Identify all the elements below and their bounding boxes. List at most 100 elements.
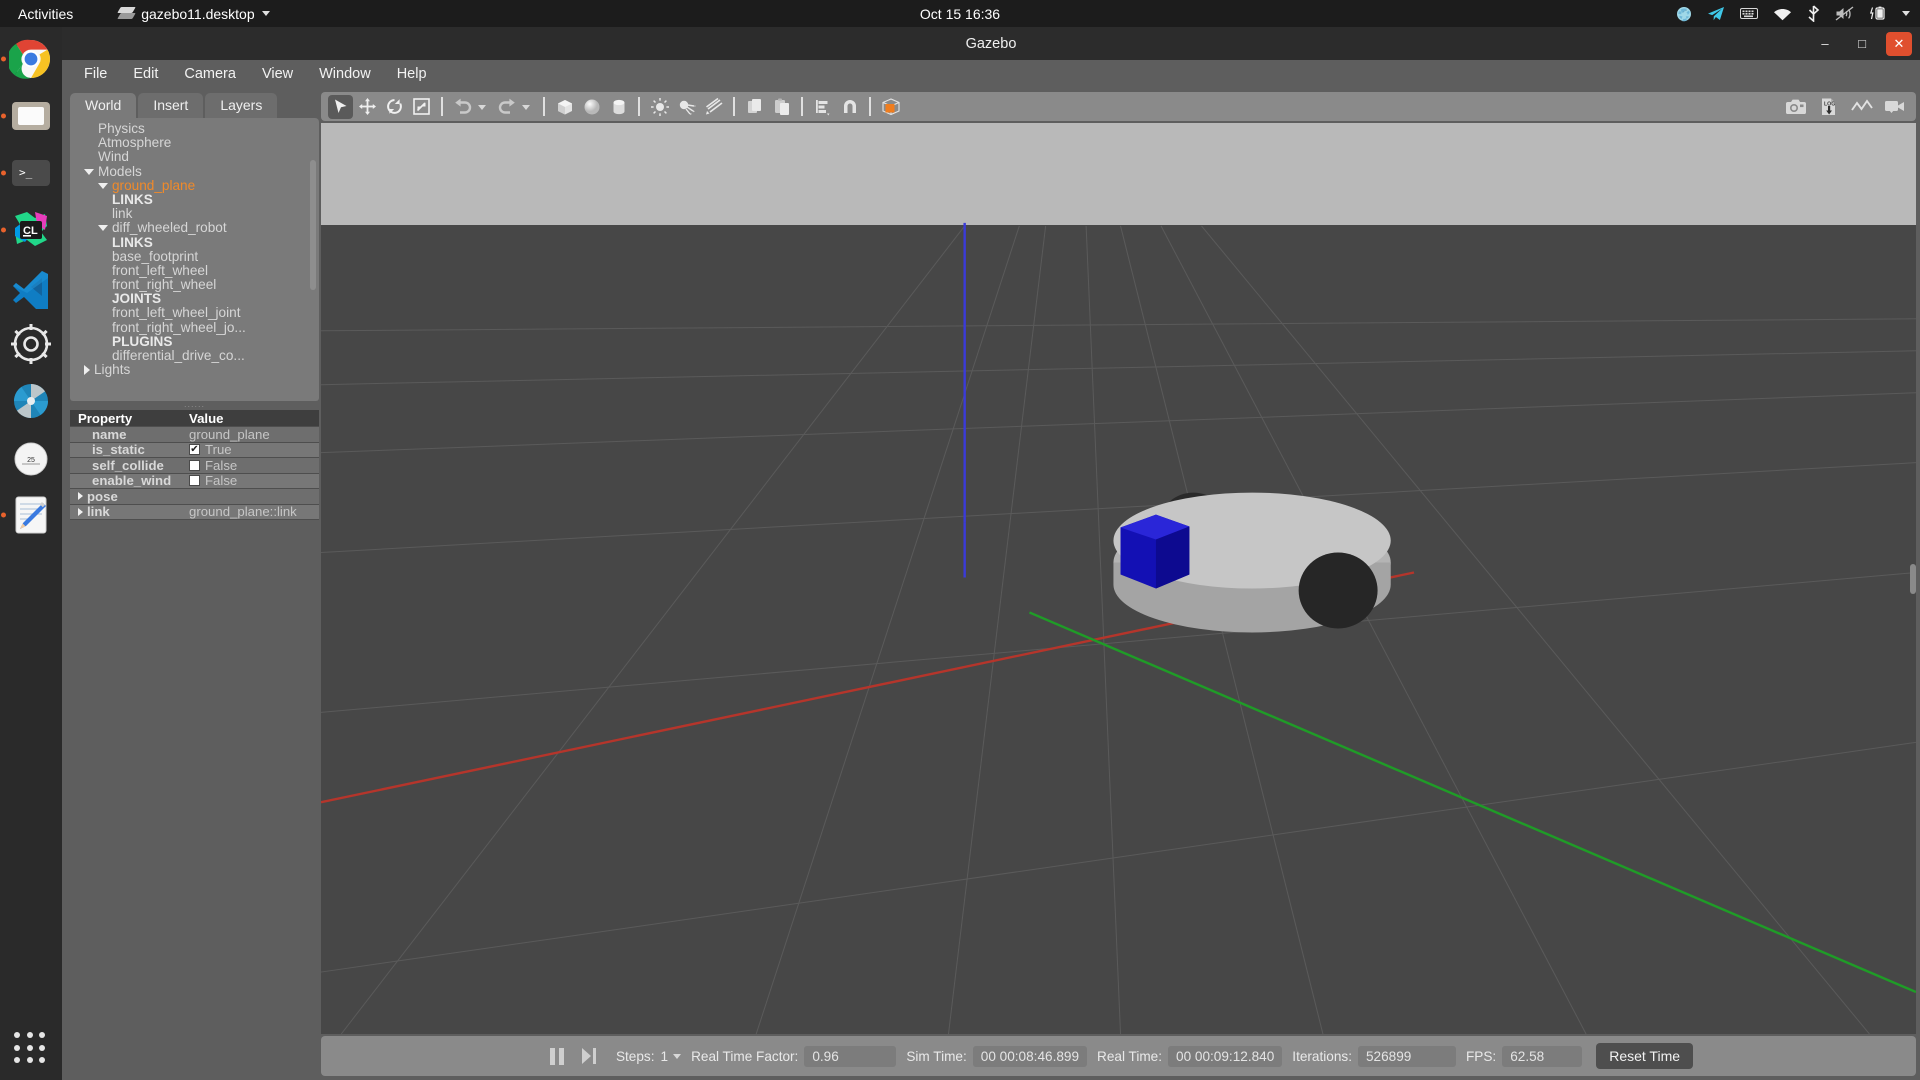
shutter-icon[interactable] xyxy=(1676,4,1692,24)
chevron-right-icon[interactable] xyxy=(78,492,83,500)
property-value[interactable]: ✔True xyxy=(184,442,319,457)
property-row[interactable]: is_static✔True xyxy=(70,443,319,459)
property-value[interactable]: ground_plane::link xyxy=(184,504,319,519)
snap-button[interactable] xyxy=(837,95,862,119)
viewport-scrollbar[interactable] xyxy=(1910,564,1916,594)
close-button[interactable]: ✕ xyxy=(1886,32,1912,56)
sphere-shape-button[interactable] xyxy=(579,95,604,119)
point-light-button[interactable] xyxy=(647,95,672,119)
tree-item[interactable]: base_footprint xyxy=(70,250,319,264)
splitter-handle[interactable]: ...... xyxy=(70,401,319,410)
tree-item[interactable]: LINKS xyxy=(70,193,319,207)
paste-button[interactable] xyxy=(769,95,794,119)
checkbox[interactable] xyxy=(189,460,200,471)
redo-button[interactable] xyxy=(494,95,519,119)
app-menu[interactable]: gazebo11.desktop xyxy=(119,6,269,22)
menu-view[interactable]: View xyxy=(250,63,305,85)
battery-charging-icon[interactable] xyxy=(1869,4,1887,24)
tree-item[interactable]: front_left_wheel xyxy=(70,264,319,278)
pause-button[interactable] xyxy=(550,1048,564,1065)
activities-button[interactable]: Activities xyxy=(10,4,81,24)
bluetooth-icon[interactable] xyxy=(1807,4,1820,24)
tree-item[interactable]: Lights xyxy=(70,363,319,377)
menu-camera[interactable]: Camera xyxy=(172,63,248,85)
chevron-right-icon[interactable] xyxy=(78,508,83,516)
tab-insert[interactable]: Insert xyxy=(138,93,203,118)
property-row[interactable]: linkground_plane::link xyxy=(70,505,319,521)
video-record-button[interactable] xyxy=(1882,95,1907,119)
dock-item-shutter[interactable] xyxy=(9,379,53,423)
chevron-down-icon[interactable] xyxy=(84,169,94,175)
property-row[interactable]: enable_windFalse xyxy=(70,474,319,490)
tree-item[interactable]: Physics xyxy=(70,122,319,136)
dock-item-settings[interactable] xyxy=(9,322,53,366)
reset-time-button[interactable]: Reset Time xyxy=(1596,1043,1693,1069)
dock-item-terminal[interactable]: >_ xyxy=(9,151,53,195)
chevron-down-icon[interactable] xyxy=(98,183,108,189)
tree-scrollbar[interactable] xyxy=(310,160,316,290)
undo-dropdown-caret-icon[interactable] xyxy=(478,105,486,110)
checkbox[interactable] xyxy=(189,475,200,486)
steps-caret-icon[interactable] xyxy=(673,1054,681,1059)
view-wireframe-button[interactable] xyxy=(878,95,903,119)
keyboard-icon[interactable] xyxy=(1740,4,1758,24)
scale-mode-button[interactable] xyxy=(409,95,434,119)
dock-item-vscode[interactable] xyxy=(9,265,53,309)
dock-item-files[interactable] xyxy=(9,94,53,138)
tab-layers[interactable]: Layers xyxy=(205,93,277,118)
tree-item[interactable]: PLUGINS xyxy=(70,335,319,349)
menu-file[interactable]: File xyxy=(72,63,119,85)
tree-item[interactable]: LINKS xyxy=(70,236,319,250)
undo-button[interactable] xyxy=(450,95,475,119)
show-applications-button[interactable] xyxy=(14,1032,48,1066)
minimize-button[interactable]: – xyxy=(1812,32,1838,56)
align-button[interactable] xyxy=(810,95,835,119)
tree-item[interactable]: ground_plane xyxy=(70,179,319,193)
chevron-right-icon[interactable] xyxy=(84,365,90,375)
dock-item-chrome[interactable] xyxy=(9,37,53,81)
property-row[interactable]: pose xyxy=(70,489,319,505)
copy-button[interactable] xyxy=(742,95,767,119)
telegram-icon[interactable] xyxy=(1707,4,1725,24)
maximize-button[interactable]: □ xyxy=(1849,32,1875,56)
tree-item[interactable]: JOINTS xyxy=(70,292,319,306)
dock-item-timer[interactable]: 25 xyxy=(9,436,53,480)
system-menu-caret-icon[interactable] xyxy=(1902,11,1910,16)
menu-help[interactable]: Help xyxy=(385,63,439,85)
dock-item-text-editor[interactable] xyxy=(9,493,53,537)
box-shape-button[interactable] xyxy=(552,95,577,119)
property-row[interactable]: self_collideFalse xyxy=(70,458,319,474)
3d-viewport[interactable] xyxy=(321,123,1916,1034)
chevron-down-icon[interactable] xyxy=(98,225,108,231)
tree-item[interactable]: front_right_wheel xyxy=(70,278,319,292)
tree-item[interactable]: link xyxy=(70,207,319,221)
screenshot-camera-button[interactable] xyxy=(1783,95,1808,119)
select-mode-button[interactable] xyxy=(328,95,353,119)
property-row[interactable]: nameground_plane xyxy=(70,427,319,443)
steps-value-wrap[interactable]: 1 xyxy=(661,1049,682,1064)
rotate-mode-button[interactable] xyxy=(382,95,407,119)
property-value[interactable]: False xyxy=(184,458,319,473)
clock[interactable]: Oct 15 16:36 xyxy=(920,6,1000,22)
menu-window[interactable]: Window xyxy=(307,63,383,85)
menu-edit[interactable]: Edit xyxy=(121,63,170,85)
volume-muted-icon[interactable] xyxy=(1835,4,1854,24)
checkbox[interactable]: ✔ xyxy=(189,444,200,455)
tree-item[interactable]: Wind xyxy=(70,150,319,164)
spot-light-button[interactable] xyxy=(674,95,699,119)
wifi-icon[interactable] xyxy=(1773,4,1792,24)
tree-item[interactable]: Models xyxy=(70,165,319,179)
tree-item[interactable]: Atmosphere xyxy=(70,136,319,150)
step-forward-button[interactable] xyxy=(582,1048,596,1064)
translate-mode-button[interactable] xyxy=(355,95,380,119)
directional-light-button[interactable] xyxy=(701,95,726,119)
log-record-button[interactable]: LOG xyxy=(1816,95,1841,119)
tree-item[interactable]: diff_wheeled_robot xyxy=(70,221,319,235)
tree-item[interactable]: front_left_wheel_joint xyxy=(70,306,319,320)
redo-dropdown-caret-icon[interactable] xyxy=(522,105,530,110)
property-value[interactable]: ground_plane xyxy=(184,427,319,442)
tab-world[interactable]: World xyxy=(70,93,136,118)
cylinder-shape-button[interactable] xyxy=(606,95,631,119)
dock-item-clion[interactable]: CL xyxy=(9,208,53,252)
plot-window-button[interactable] xyxy=(1849,95,1874,119)
